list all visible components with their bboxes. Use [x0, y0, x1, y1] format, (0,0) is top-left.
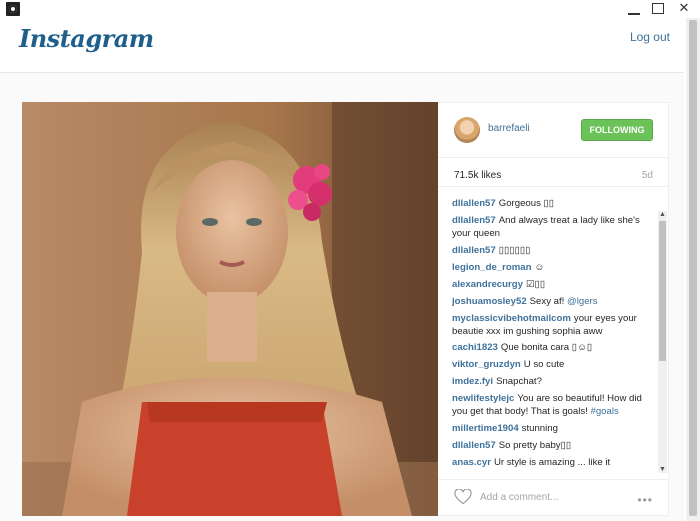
comment-item: legion_de_roman ☺: [452, 262, 658, 275]
comment-item: dllallen57 Gorgeous ▯▯: [452, 198, 658, 211]
following-button[interactable]: FOLLOWING: [581, 119, 653, 141]
author-username[interactable]: barrefaeli: [488, 123, 530, 134]
logout-link[interactable]: Log out: [630, 30, 670, 44]
window-controls: ✕: [628, 0, 692, 16]
instagram-logo[interactable]: Instagram: [19, 24, 154, 53]
comment-item: alexandrecurgy ☑▯▯: [452, 279, 658, 292]
comment-text: stunning: [521, 423, 558, 435]
comment-list[interactable]: dllallen57 Gorgeous ▯▯ dllallen57 And alwa…: [452, 198, 658, 473]
window-scrollbar-thumb[interactable]: [689, 20, 697, 516]
comment-username[interactable]: newlifestylejc: [452, 393, 514, 404]
window-scrollbar[interactable]: [686, 18, 700, 521]
comments-scrollbar-thumb[interactable]: [659, 221, 666, 361]
add-comment-input[interactable]: Add a comment...: [480, 492, 558, 503]
comment-username[interactable]: dllallen57: [452, 215, 496, 226]
comment-username[interactable]: millertime1904: [452, 423, 519, 434]
comment-username[interactable]: dllallen57: [452, 440, 496, 451]
comment-item: millertime1904 stunning: [452, 423, 658, 436]
heart-icon[interactable]: [454, 489, 472, 505]
minimize-button[interactable]: [628, 5, 640, 15]
mention-link[interactable]: @lgers: [567, 296, 598, 307]
post-photo-image: [22, 102, 438, 516]
comment-item: dllallen57 ▯▯▯▯▯▯: [452, 245, 658, 258]
comments-scrollbar[interactable]: ▲ ▼: [658, 211, 667, 473]
likes-row: 71.5k likes 5d: [438, 158, 669, 187]
comment-text: ☺: [534, 261, 545, 273]
comment-text: ▯▯▯▯▯▯: [498, 244, 531, 256]
post-side-panel: barrefaeli FOLLOWING 71.5k likes 5d dlla…: [438, 102, 669, 516]
comment-text: U so cute: [523, 359, 565, 371]
comment-text: Ur style is amazing ... like it: [493, 457, 611, 469]
post-author-row: barrefaeli FOLLOWING: [438, 103, 669, 158]
comment-item: joshuamosley52 Sexy af! @lgers: [452, 296, 658, 309]
comment-username[interactable]: imdez.fyi: [452, 376, 493, 387]
comment-item: imdez.fyi Snapchat?: [452, 376, 658, 389]
comment-text: So pretty baby▯▯: [498, 440, 572, 452]
comment-username[interactable]: legion_de_roman: [452, 262, 531, 273]
hashtag-link[interactable]: #goals: [591, 406, 619, 417]
comment-username[interactable]: cachi1823: [452, 342, 498, 353]
comment-item: dllallen57 So pretty baby▯▯: [452, 440, 658, 453]
comment-username[interactable]: myclassicvibehotmailcom: [452, 313, 571, 324]
window-titlebar: ✕: [0, 0, 700, 18]
comment-item: myclassicvibehotmailcom your eyes your be…: [452, 313, 658, 339]
ellipsis-icon[interactable]: •••: [637, 493, 653, 507]
avatar[interactable]: [454, 117, 480, 143]
comment-username[interactable]: alexandrecurgy: [452, 279, 523, 290]
comment-username[interactable]: dllallen57: [452, 245, 496, 256]
maximize-button[interactable]: [652, 3, 664, 14]
comment-item: newlifestylejc You are so beautiful! How …: [452, 393, 658, 419]
add-comment-row: Add a comment... •••: [438, 479, 669, 518]
site-header: Instagram Log out: [0, 18, 684, 73]
comment-username[interactable]: joshuamosley52: [452, 296, 527, 307]
post-photo[interactable]: [22, 102, 438, 516]
comment-item: anas.cyr Ur style is amazing ... like it: [452, 457, 658, 470]
comment-item: cachi1823 Que bonita cara ▯☺▯: [452, 342, 658, 355]
comment-username[interactable]: dllallen57: [452, 198, 496, 209]
comment-text: ☑▯▯: [525, 278, 546, 290]
comment-text: Que bonita cara ▯☺▯: [500, 342, 593, 354]
scroll-up-arrow-icon[interactable]: ▲: [659, 211, 666, 218]
close-button[interactable]: ✕: [676, 0, 692, 16]
scroll-down-arrow-icon[interactable]: ▼: [659, 466, 666, 473]
comment-username[interactable]: anas.cyr: [452, 457, 491, 468]
comment-item: viktor_gruzdyn U so cute: [452, 359, 658, 372]
likes-count[interactable]: 71.5k likes: [454, 170, 501, 181]
comment-text: Snapchat?: [496, 376, 542, 388]
comment-username[interactable]: viktor_gruzdyn: [452, 359, 521, 370]
comment-item: dllallen57 And always treat a lady like s…: [452, 215, 658, 241]
app-icon: [6, 2, 20, 16]
comment-text: Gorgeous ▯▯: [498, 198, 555, 209]
comment-text: Sexy af!: [529, 295, 567, 307]
post-age: 5d: [641, 170, 653, 181]
